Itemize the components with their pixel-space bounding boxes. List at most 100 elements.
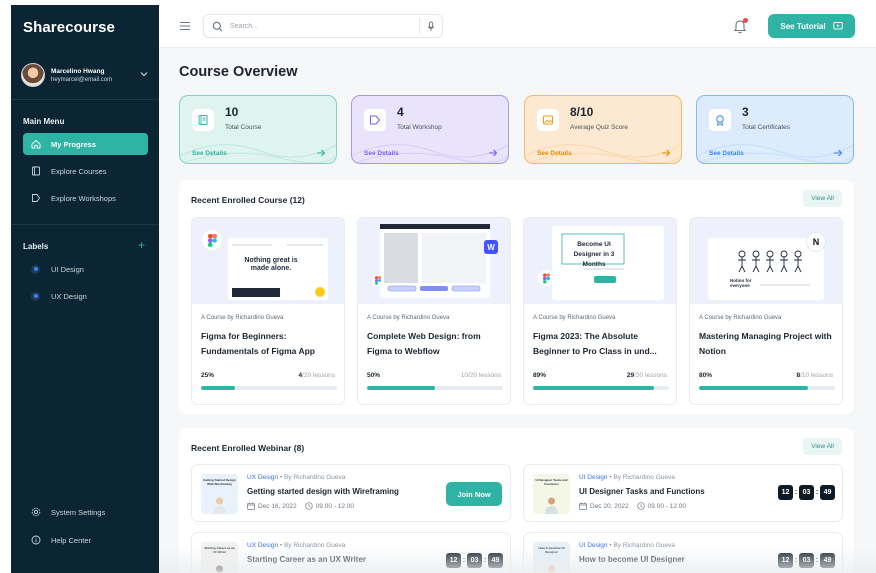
stat-icon (364, 109, 386, 131)
labels-title: Labels (23, 242, 49, 251)
sidebar-item-system-settings[interactable]: System Settings (23, 501, 148, 523)
hamburger-menu-icon[interactable] (179, 20, 191, 32)
sidebar-item-my-progress[interactable]: My Progress (23, 133, 148, 155)
thumbnail-caption: Notion for everyone (730, 278, 752, 288)
thumbnail-caption: Nothing great is made alone. (244, 257, 298, 272)
arrow-right-icon[interactable] (833, 148, 843, 158)
stat-value: 8/10 (570, 105, 594, 119)
sidebar-item-explore-workshops[interactable]: Explore Workshops (23, 187, 148, 209)
timer-minutes: 03 (467, 553, 482, 568)
webinar-title: UI Designer Tasks and Functions (579, 487, 705, 496)
brand-logo[interactable]: Sharecourse (23, 19, 115, 36)
webinar-thumbnail: Getting Started Design With Wireframing (201, 474, 238, 514)
label-text: UX Design (51, 291, 87, 301)
course-progress-bar (367, 386, 503, 390)
course-progress-bar (533, 386, 669, 390)
webinar-thumbnail: UI Designer Tasks and Functions (533, 474, 570, 514)
chevron-down-icon[interactable] (139, 69, 149, 79)
course-progress-bar (201, 386, 337, 390)
countdown-timer: 12: 03: 49 (778, 485, 835, 500)
webinar-title: How to become UI Designer (579, 555, 685, 564)
thumbnail-caption: UI Designer Tasks and Functions (535, 478, 568, 486)
figma-logo-icon (202, 230, 222, 250)
stat-card-total-certificates: 3 Total Certificates See Details (696, 95, 854, 164)
timer-minutes: 03 (799, 485, 814, 500)
webinar-card[interactable]: Starting Career as an UX Writer UX Desig… (191, 532, 511, 573)
notion-logo-icon: N (806, 232, 826, 252)
sidebar-item-explore-courses[interactable]: Explore Courses (23, 160, 148, 182)
clock-icon (637, 502, 645, 510)
user-profile[interactable]: Marcelino Hwang heymarcel@email.com (21, 61, 149, 89)
course-title: Complete Web Design: from Figma to Webfl… (367, 331, 481, 356)
see-details-link[interactable]: See Details (537, 150, 572, 157)
join-now-button[interactable]: Join Now (446, 482, 502, 506)
sidebar-item-help-center[interactable]: Help Center (23, 529, 148, 551)
stat-icon (709, 109, 731, 131)
divider (11, 224, 159, 225)
course-thumbnail: Become UI Designer in 3 Months (524, 218, 676, 304)
section-title: Recent Enrolled Course (12) (191, 195, 305, 205)
speaker-image (548, 565, 555, 573)
stat-label: Total Certificates (742, 124, 791, 131)
course-card[interactable]: Become UI Designer in 3 Months A Course … (523, 217, 677, 405)
course-lessons: 8/10 lessons (796, 372, 833, 379)
course-card[interactable]: N Notion for everyone A Course by Richar… (689, 217, 843, 405)
stat-value: 3 (742, 105, 749, 119)
app-window: Sharecourse Marcelino Hwang heymarcel@em… (11, 5, 876, 573)
notification-badge (743, 18, 748, 23)
webflow-logo-icon: W (484, 240, 498, 254)
see-details-link[interactable]: See Details (192, 150, 227, 157)
view-all-webinars-button[interactable]: View All (803, 438, 842, 455)
see-tutorial-button[interactable]: See Tutorial (768, 14, 855, 38)
timer-seconds: 49 (820, 553, 835, 568)
webinar-title: Starting Career as an UX Writer (247, 555, 367, 564)
sidebar-item-label: Explore Workshops (51, 193, 116, 203)
card-wave-decoration (697, 144, 853, 163)
webinar-schedule: Dec 16, 2022 09.00 - 12.00 (247, 502, 354, 510)
countdown-timer: 12: 03: 49 (446, 553, 503, 568)
course-card[interactable]: W A Course by Richardino Gueva Complete … (357, 217, 511, 405)
arrow-right-icon[interactable] (316, 148, 326, 158)
webinar-card[interactable]: UI Designer Tasks and Functions UI Desig… (523, 464, 843, 522)
stat-card-total-workshop: 4 Total Workshop See Details (351, 95, 509, 164)
course-lessons: 4/20 lessons (298, 372, 335, 379)
user-email: heymarcel@email.com (51, 76, 113, 83)
sidebar: Sharecourse Marcelino Hwang heymarcel@em… (11, 5, 159, 573)
stat-icon (537, 109, 559, 131)
course-progress-percent: 50% (367, 372, 381, 379)
figma-logo-icon (372, 274, 384, 286)
view-all-courses-button[interactable]: View All (803, 190, 842, 207)
timer-minutes: 03 (799, 553, 814, 568)
sidebar-item-label: System Settings (51, 507, 106, 517)
course-author: A Course by Richardino Gueva (201, 315, 284, 321)
webinar-card[interactable]: Getting Started Design With Wireframing … (191, 464, 511, 522)
card-wave-decoration (525, 144, 681, 163)
course-author: A Course by Richardino Gueva (367, 315, 450, 321)
stat-card-total-course: 10 Total Course See Details (179, 95, 337, 164)
label-item-ux-design[interactable]: UX Design (23, 285, 148, 307)
topbar: See Tutorial (159, 5, 876, 48)
see-details-link[interactable]: See Details (709, 150, 744, 157)
label-dot-icon (31, 264, 40, 274)
section-title: Recent Enrolled Webinar (8) (191, 443, 305, 453)
webinar-schedule: Dec 20, 2022 09.00 - 12.00 (579, 502, 686, 510)
microphone-icon[interactable] (426, 21, 436, 32)
webinar-card[interactable]: How to become UI Designer UI Design • By… (523, 532, 843, 573)
page-title: Course Overview (179, 64, 298, 80)
video-icon (370, 115, 381, 125)
badge-icon (716, 115, 724, 126)
search-input[interactable] (230, 19, 410, 33)
arrow-right-icon[interactable] (488, 148, 498, 158)
arrow-right-icon[interactable] (661, 148, 671, 158)
webinar-meta: UI Design • By Richardino Gueva (579, 474, 675, 481)
see-details-link[interactable]: See Details (364, 150, 399, 157)
course-card[interactable]: Nothing great is made alone. A Course by… (191, 217, 345, 405)
speaker-image (213, 497, 226, 514)
add-label-icon[interactable]: + (136, 239, 147, 251)
label-item-ui-design[interactable]: UI Design (23, 258, 148, 280)
video-play-icon (832, 22, 843, 30)
book-icon (32, 166, 40, 176)
webinar-thumbnail: How to become UI Designer (533, 542, 570, 573)
thumbnail-caption: Getting Started Design With Wireframing (203, 478, 236, 486)
stat-value: 10 (225, 105, 239, 119)
